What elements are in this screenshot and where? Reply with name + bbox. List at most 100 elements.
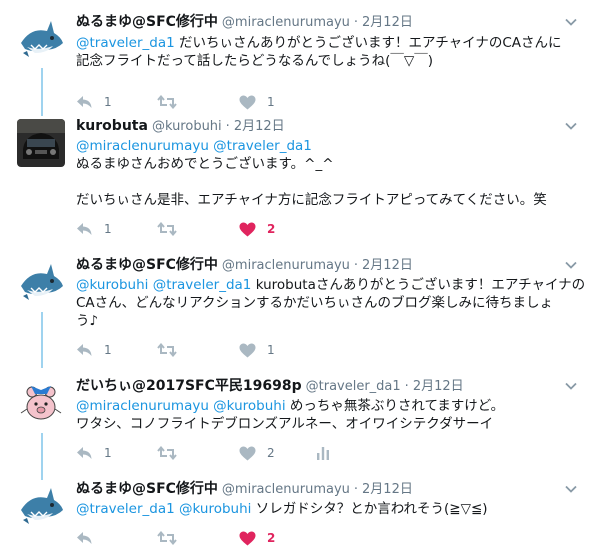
analytics-button[interactable] bbox=[316, 443, 330, 463]
mention-link[interactable]: @miraclenurumayu @kurobuhi bbox=[76, 398, 286, 414]
tweet-text-line: @traveler_da1 だいちぃさんありがとうございます！エアチャイナのCA… bbox=[76, 34, 582, 52]
tweet-text-segment: 記念フライトだって話したらどうなるんでしょうね(￣▽￣) bbox=[76, 53, 434, 69]
display-name[interactable]: ぬるまゆ@SFC修行中 bbox=[76, 481, 218, 497]
avatar[interactable] bbox=[17, 480, 65, 528]
tweet-actions: 1 1 bbox=[76, 340, 376, 360]
user-handle[interactable]: @miraclenurumayu bbox=[222, 258, 350, 273]
tweet-actions: 1 1 bbox=[76, 92, 376, 112]
tweet-header: ぬるまゆ@SFC修行中 @miraclenurumayu · 2月12日 bbox=[76, 256, 566, 275]
like-count: 1 bbox=[267, 95, 275, 109]
mention-link[interactable]: @traveler_da1 bbox=[76, 35, 175, 51]
tweet-header: ぬるまゆ@SFC修行中 @miraclenurumayu · 2月12日 bbox=[76, 480, 566, 499]
heart-icon bbox=[239, 446, 256, 460]
reply-icon bbox=[77, 447, 92, 459]
retweet-button[interactable] bbox=[157, 219, 188, 239]
tweet-date[interactable]: 2月12日 bbox=[362, 482, 413, 497]
display-name[interactable]: だいちぃ@2017SFC平民19698p bbox=[76, 378, 302, 394]
retweet-button[interactable] bbox=[157, 528, 188, 548]
heart-icon bbox=[239, 531, 256, 545]
avatar[interactable] bbox=[17, 13, 65, 61]
thread-connector bbox=[41, 433, 43, 480]
retweet-icon bbox=[157, 95, 177, 109]
display-name[interactable]: ぬるまゆ@SFC修行中 bbox=[76, 257, 218, 273]
tweet-date[interactable]: 2月12日 bbox=[234, 119, 285, 134]
user-handle[interactable]: @kurobuhi bbox=[152, 119, 222, 134]
tweet-text: @kurobuhi @traveler_da1 kurobutaさんありがとうご… bbox=[76, 276, 586, 330]
like-button[interactable]: 2 bbox=[239, 219, 275, 239]
chevron-down-icon[interactable] bbox=[564, 14, 578, 28]
chevron-down-icon[interactable] bbox=[564, 118, 578, 132]
tweet-text-segment: ぬるまゆさんおめでとうございます。^_^ bbox=[76, 156, 334, 172]
reply-icon bbox=[77, 223, 92, 235]
tweet-header: kurobuta @kurobuhi · 2月12日 bbox=[76, 117, 566, 136]
tweet-actions: 1 2 bbox=[76, 219, 376, 239]
tweet-text-segment: だいちぃさん是非、エアチャイナ方に記念フライトアピってみてください。笑 bbox=[76, 192, 547, 208]
shark-avatar-image bbox=[17, 256, 65, 304]
tweet-text: @traveler_da1 @kurobuhi ソレガドシタ？とか言われそう(≧… bbox=[76, 500, 582, 518]
like-count: 2 bbox=[267, 531, 276, 545]
chevron-down-icon[interactable] bbox=[564, 481, 578, 495]
separator-dot: · bbox=[353, 15, 359, 30]
user-handle[interactable]: @miraclenurumayu bbox=[222, 482, 350, 497]
like-count: 2 bbox=[267, 446, 275, 460]
retweet-button[interactable] bbox=[157, 340, 188, 360]
avatar[interactable] bbox=[17, 119, 65, 167]
mention-link[interactable]: @kurobuhi @traveler_da1 bbox=[76, 277, 251, 293]
reply-count: 1 bbox=[104, 446, 112, 460]
user-handle[interactable]: @miraclenurumayu bbox=[222, 15, 350, 30]
like-button[interactable]: 2 bbox=[239, 443, 275, 463]
shark-avatar-image bbox=[17, 13, 65, 61]
reply-button[interactable]: 1 bbox=[76, 219, 112, 239]
like-button[interactable]: 1 bbox=[239, 340, 275, 360]
separator-dot: · bbox=[225, 119, 230, 134]
mention-link[interactable]: @miraclenurumayu @traveler_da1 bbox=[76, 138, 312, 154]
chevron-down-icon[interactable] bbox=[564, 378, 578, 392]
like-button[interactable]: 1 bbox=[239, 92, 275, 112]
reply-icon bbox=[77, 532, 92, 544]
retweet-button[interactable] bbox=[157, 92, 188, 112]
tweet-header: ぬるまゆ@SFC修行中 @miraclenurumayu · 2月12日 bbox=[76, 13, 566, 32]
tweet-text-line: だいちぃさん是非、エアチャイナ方に記念フライトアピってみてください。笑 bbox=[76, 191, 582, 209]
display-name[interactable]: ぬるまゆ@SFC修行中 bbox=[76, 14, 218, 30]
chevron-down-icon[interactable] bbox=[564, 257, 578, 271]
reply-icon bbox=[77, 96, 92, 108]
reply-button[interactable] bbox=[76, 528, 104, 548]
retweet-button[interactable] bbox=[157, 443, 188, 463]
tweet-text-line: CAさん、どんなリアクションするかだいちぃさんのブログ楽しみに待ちましょ bbox=[76, 294, 582, 312]
tweet-text-segment: kurobutaさんありがとうございます！エアチャイナの bbox=[251, 277, 586, 293]
like-count: 1 bbox=[267, 343, 275, 357]
retweet-icon bbox=[157, 222, 177, 236]
display-name[interactable]: kurobuta bbox=[76, 118, 148, 134]
reply-button[interactable]: 1 bbox=[76, 443, 112, 463]
reply-count: 1 bbox=[104, 343, 112, 357]
reply-count: 1 bbox=[104, 222, 112, 236]
mention-link[interactable]: @traveler_da1 @kurobuhi bbox=[76, 501, 251, 517]
avatar[interactable] bbox=[17, 256, 65, 304]
retweet-icon bbox=[157, 531, 177, 545]
heart-icon bbox=[239, 222, 256, 236]
tweet-text: @miraclenurumayu @kurobuhi めっちゃ無茶ぶりされてます… bbox=[76, 397, 582, 433]
thread-connector bbox=[41, 312, 43, 368]
like-button[interactable]: 2 bbox=[239, 528, 275, 548]
reply-button[interactable]: 1 bbox=[76, 92, 112, 112]
avatar[interactable] bbox=[17, 377, 65, 425]
tweet-text-line: ぬるまゆさんおめでとうございます。^_^ bbox=[76, 155, 582, 173]
separator-dot: · bbox=[404, 379, 409, 394]
pig-avatar-image bbox=[17, 377, 65, 425]
user-handle[interactable]: @traveler_da1 bbox=[306, 379, 401, 394]
retweet-icon bbox=[157, 446, 177, 460]
tweet-text-line: う♪ bbox=[76, 312, 582, 330]
tweet-date[interactable]: 2月12日 bbox=[413, 379, 464, 394]
tweet-text-segment: CAさん、どんなリアクションするかだいちぃさんのブログ楽しみに待ちましょ bbox=[76, 295, 553, 311]
tweet-text-segment: ソレガドシタ？とか言われそう(≧▽≦) bbox=[251, 501, 488, 517]
tweet-header: だいちぃ@2017SFC平民19698p @traveler_da1 · 2月12日 bbox=[76, 377, 566, 396]
analytics-icon bbox=[317, 447, 329, 460]
tweet-text: @traveler_da1 だいちぃさんありがとうございます！エアチャイナのCA… bbox=[76, 34, 582, 70]
reply-count: 1 bbox=[104, 95, 112, 109]
reply-button[interactable]: 1 bbox=[76, 340, 112, 360]
tweet-date[interactable]: 2月12日 bbox=[362, 258, 413, 273]
tweet-actions: 1 2 bbox=[76, 443, 376, 463]
tweet-text-segment: う♪ bbox=[76, 313, 99, 329]
tweet-text-segment: だいちぃさんありがとうございます！エアチャイナのCAさんに bbox=[174, 35, 562, 51]
tweet-date[interactable]: 2月12日 bbox=[362, 15, 413, 30]
